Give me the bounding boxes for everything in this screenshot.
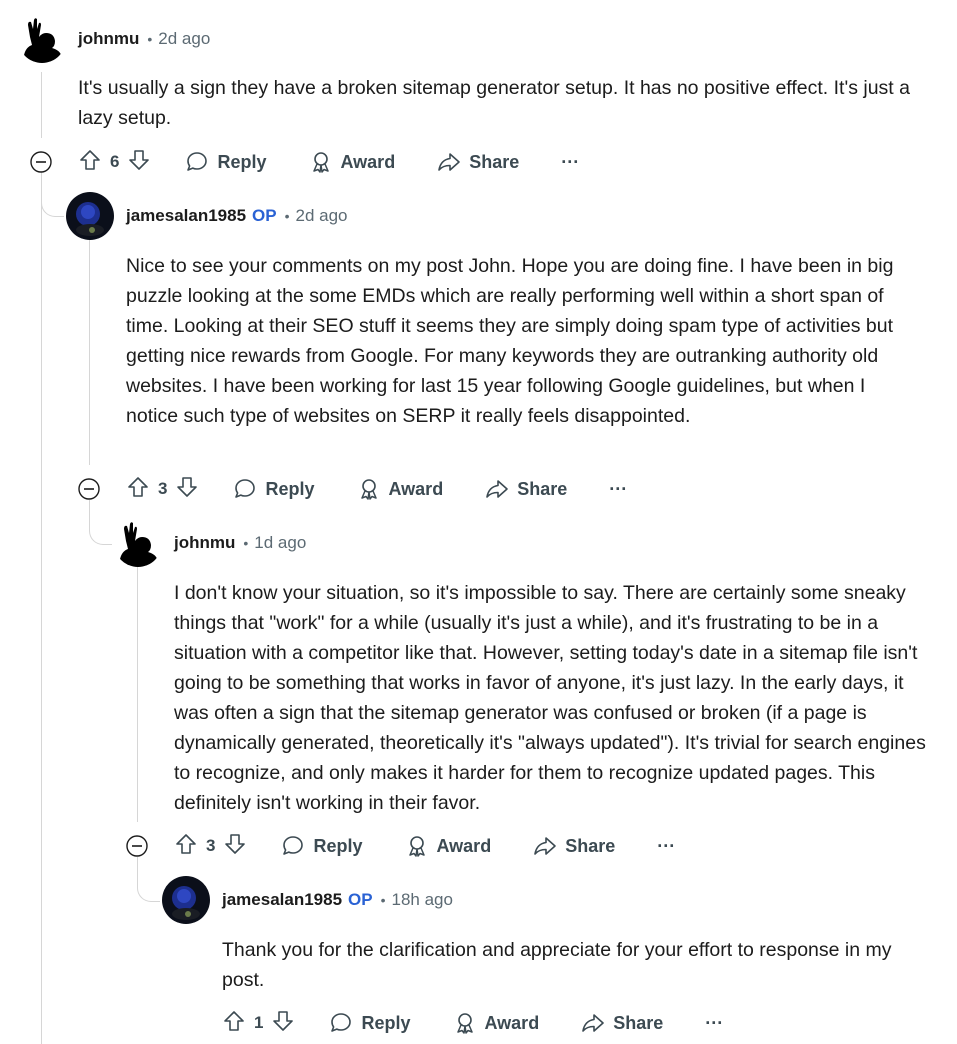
award-button[interactable]: Award [309, 150, 396, 174]
comment-body: I don't know your situation, so it's imp… [174, 582, 926, 814]
comment-action-bar: 6 Reply Award Share ··· [78, 148, 579, 176]
comment-author[interactable]: johnmu [174, 533, 235, 553]
downvote-icon[interactable] [223, 832, 247, 861]
comment-timestamp[interactable]: 1d ago [254, 533, 306, 553]
downvote-icon[interactable] [271, 1009, 295, 1038]
op-badge: OP [348, 890, 373, 909]
reply-label: Reply [361, 1012, 411, 1033]
award-button[interactable]: Award [357, 477, 444, 501]
reply-label: Reply [217, 151, 267, 172]
reply-bubble-icon [187, 152, 208, 171]
comment-timestamp[interactable]: 2d ago [158, 29, 210, 49]
comment-action-bar: 1 Reply Award Share ··· [222, 1009, 723, 1037]
reply-bubble-icon [283, 836, 304, 855]
meta-separator: • [284, 208, 290, 224]
comment-author[interactable]: jamesalan1985 [126, 206, 246, 226]
vote-count: 1 [254, 1013, 264, 1032]
vote-count: 3 [206, 836, 216, 855]
comment-author[interactable]: johnmu [78, 29, 139, 49]
award-label: Award [388, 478, 444, 499]
more-options-button[interactable]: ··· [657, 836, 675, 857]
more-options-button[interactable]: ··· [609, 479, 627, 500]
comment-header: jamesalan1985 OP • 18h ago [162, 876, 453, 924]
thread-elbow [89, 500, 112, 545]
thread-line-level-1[interactable] [89, 240, 90, 465]
share-arrow-icon [534, 837, 556, 855]
comment-author[interactable]: jamesalan1985 [222, 890, 342, 910]
silhouette-avatar-icon [18, 15, 66, 63]
thread-line-level-0[interactable] [41, 72, 42, 138]
comment-action-bar: 3 Reply Award Share ··· [174, 832, 675, 860]
avatar[interactable] [18, 15, 66, 63]
share-arrow-icon [438, 153, 460, 171]
comment-timestamp[interactable]: 18h ago [392, 890, 453, 910]
meta-separator: • [147, 31, 153, 47]
op-badge: OP [252, 206, 277, 225]
thread-elbow [137, 857, 160, 902]
share-label: Share [469, 151, 520, 172]
meta-separator: • [380, 892, 386, 908]
avatar[interactable] [114, 519, 162, 567]
collapse-button[interactable] [78, 478, 100, 500]
share-arrow-icon [486, 480, 508, 498]
more-options-button[interactable]: ··· [561, 152, 579, 173]
avatar[interactable] [66, 192, 114, 240]
upvote-icon[interactable] [78, 148, 102, 177]
avatar[interactable] [162, 876, 210, 924]
award-icon [312, 152, 329, 173]
award-button[interactable]: Award [453, 1011, 540, 1035]
comment-body: Nice to see your comments on my post Joh… [126, 255, 894, 427]
thread-line-level-0-lower[interactable] [41, 178, 42, 1044]
share-button[interactable]: Share [485, 477, 567, 501]
downvote-icon[interactable] [127, 148, 151, 177]
silhouette-avatar-icon [114, 519, 162, 567]
reply-label: Reply [313, 835, 363, 856]
share-label: Share [517, 478, 568, 499]
reply-bubble-icon [331, 1013, 352, 1032]
user-avatar-icon [162, 876, 210, 924]
share-button[interactable]: Share [437, 150, 519, 174]
more-options-button[interactable]: ··· [705, 1013, 723, 1034]
award-label: Award [340, 151, 396, 172]
downvote-icon[interactable] [175, 475, 199, 504]
reply-bubble-icon [235, 479, 256, 498]
award-icon [456, 1013, 473, 1034]
award-button[interactable]: Award [405, 834, 492, 858]
comment-header: johnmu • 2d ago [18, 15, 210, 63]
collapse-button[interactable] [126, 835, 148, 857]
comment-body: Thank you for the clarification and appr… [222, 939, 892, 991]
reply-button[interactable]: Reply [185, 150, 267, 174]
reply-button[interactable]: Reply [329, 1011, 411, 1035]
award-icon [408, 836, 425, 857]
comment-header: jamesalan1985 OP • 2d ago [66, 192, 348, 240]
thread-elbow [41, 172, 64, 217]
collapse-minus-icon [78, 478, 100, 500]
share-button[interactable]: Share [581, 1011, 663, 1035]
comment-body: It's usually a sign they have a broken s… [78, 77, 910, 129]
comment-action-bar: 3 Reply Award Share ··· [126, 475, 627, 503]
vote-count: 6 [110, 152, 120, 171]
reply-button[interactable]: Reply [233, 477, 315, 501]
share-label: Share [565, 835, 616, 856]
user-avatar-icon [66, 192, 114, 240]
comment-header: johnmu • 1d ago [114, 519, 306, 567]
collapse-button[interactable] [30, 151, 52, 173]
reply-label: Reply [265, 478, 315, 499]
meta-separator: • [243, 535, 249, 551]
share-arrow-icon [582, 1014, 604, 1032]
upvote-icon[interactable] [222, 1009, 246, 1038]
award-label: Award [484, 1012, 540, 1033]
collapse-minus-icon [30, 151, 52, 173]
share-label: Share [613, 1012, 664, 1033]
upvote-icon[interactable] [174, 832, 198, 861]
reply-button[interactable]: Reply [281, 834, 363, 858]
comment-timestamp[interactable]: 2d ago [296, 206, 348, 226]
upvote-icon[interactable] [126, 475, 150, 504]
vote-count: 3 [158, 479, 168, 498]
collapse-minus-icon [126, 835, 148, 857]
share-button[interactable]: Share [533, 834, 615, 858]
thread-line-level-2[interactable] [137, 566, 138, 822]
award-icon [360, 479, 377, 500]
award-label: Award [436, 835, 492, 856]
